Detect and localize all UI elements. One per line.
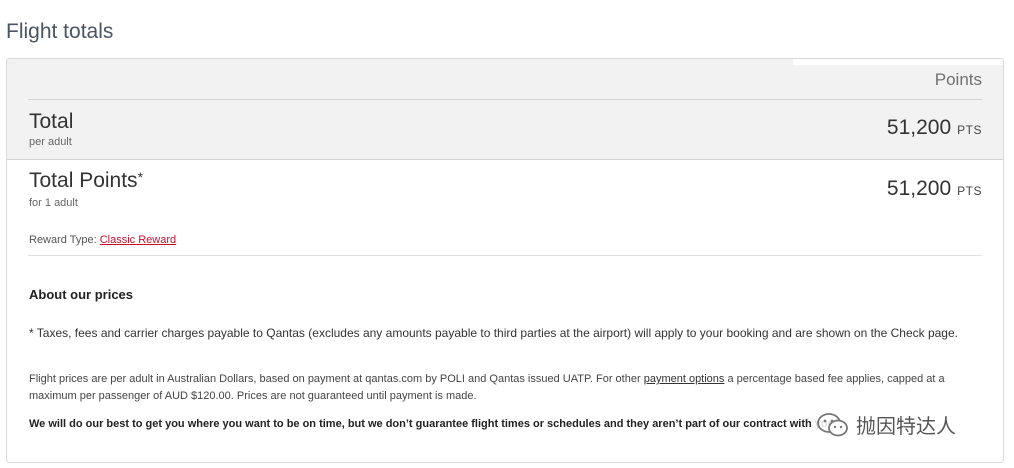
total-points-value: 51,200 PTS	[887, 177, 982, 201]
reward-type: Reward Type: Classic Reward	[29, 234, 176, 246]
total-points-label: Total Points*	[29, 169, 143, 193]
total-amount: 51,200	[886, 116, 952, 139]
total-label: Total	[29, 110, 74, 133]
total-unit: PTS	[957, 123, 982, 137]
classic-reward-link[interactable]: Classic Reward	[100, 234, 176, 246]
wechat-icon	[817, 412, 848, 436]
points-column-header: Points	[934, 70, 982, 89]
totals-header-band	[7, 59, 1003, 159]
total-points-asterisk: *	[137, 169, 144, 185]
watermark-text: 抛因特达人	[856, 416, 956, 438]
fares-note: Flight prices are per adult in Australia…	[29, 371, 979, 405]
header-divider	[28, 99, 982, 100]
watermark: 抛因特达人	[812, 408, 960, 441]
total-points-text: Total Points	[29, 169, 138, 192]
header-band-notch	[793, 59, 1003, 65]
total-sublabel: per adult	[29, 136, 72, 148]
page-title: Flight totals	[6, 20, 114, 44]
section-divider	[28, 255, 982, 256]
total-points-amount: 51,200	[886, 177, 952, 200]
reward-type-label: Reward Type:	[29, 234, 100, 246]
about-prices-heading: About our prices	[29, 287, 134, 302]
payment-options-link[interactable]: payment options	[644, 373, 725, 385]
total-value: 51,200 PTS	[887, 116, 982, 140]
taxes-note: * Taxes, fees and carrier charges payabl…	[29, 326, 958, 340]
flight-totals-card: Points Total per adult 51,200 PTS Total P…	[6, 58, 1004, 463]
total-points-unit: PTS	[957, 184, 982, 198]
total-points-sublabel: for 1 adult	[29, 197, 78, 209]
band-divider	[7, 159, 1003, 160]
fares-note-text: Flight prices are per adult in Australia…	[29, 373, 644, 385]
